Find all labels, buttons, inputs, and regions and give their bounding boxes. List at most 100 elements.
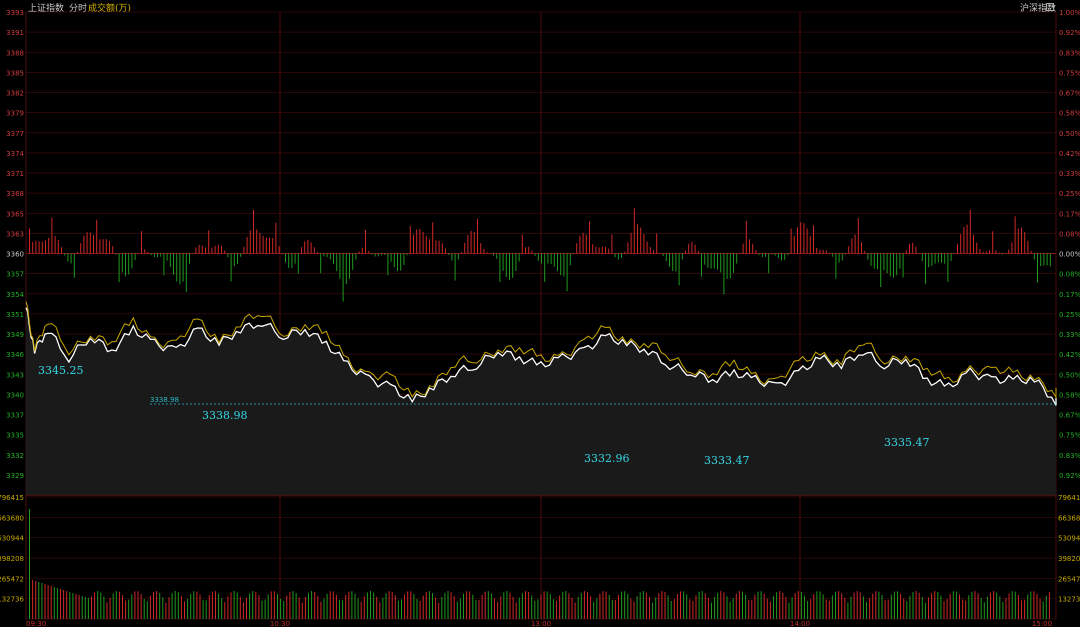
volume-bar <box>87 598 89 619</box>
volume-bar <box>819 591 821 619</box>
volume-bar <box>949 594 951 619</box>
volume-bar <box>41 583 43 619</box>
volume-bar <box>890 594 892 619</box>
down-bar <box>537 253 539 261</box>
volume-bar <box>878 591 880 619</box>
up-bar <box>35 240 37 254</box>
volume-bar <box>701 591 703 619</box>
volume-bar <box>518 597 520 619</box>
volume-bar <box>621 591 623 619</box>
volume-bar <box>453 596 455 619</box>
up-bar <box>483 248 485 254</box>
volume-bar <box>869 598 871 619</box>
volume-bar <box>673 599 675 619</box>
down-bar <box>701 253 702 277</box>
up-bar <box>477 218 478 254</box>
volume-bar <box>308 592 309 619</box>
down-bar <box>240 253 242 257</box>
up-bar <box>29 228 30 254</box>
down-bar <box>160 253 162 257</box>
volume-bar <box>667 595 669 619</box>
low-price-label: 3332.96 <box>584 452 630 465</box>
up-bar <box>198 244 200 254</box>
volume-bar <box>983 602 985 619</box>
volume-bar <box>208 595 210 619</box>
volume-bar <box>704 593 706 619</box>
volume-tick-label-right: 398208 <box>1058 555 1080 563</box>
volume-bar <box>32 580 34 619</box>
down-bar <box>451 253 453 261</box>
pct-tick-label: 0.75% <box>1059 432 1080 440</box>
down-bar <box>704 253 706 265</box>
down-bar <box>832 253 834 257</box>
up-bar <box>656 233 658 254</box>
volume-bar <box>320 601 322 619</box>
volume-tick-label: 663680 <box>0 514 24 522</box>
down-bar <box>173 253 174 275</box>
price-tick-label: 3346 <box>6 351 24 359</box>
volume-bar <box>397 600 399 619</box>
pct-tick-label: 0.17% <box>1059 291 1080 299</box>
up-bar <box>528 246 530 254</box>
up-bar <box>221 246 222 254</box>
volume-bar <box>348 591 350 619</box>
up-bar <box>144 249 146 254</box>
volume-bar <box>959 594 960 619</box>
price-tick-label: 3360 <box>6 251 24 259</box>
volume-bar <box>75 594 77 619</box>
volume-bar <box>509 592 511 619</box>
volume-bar <box>410 591 412 619</box>
up-bar <box>589 221 590 254</box>
up-bar <box>976 242 978 254</box>
up-bar <box>800 222 802 254</box>
price-tick-label: 3365 <box>6 210 24 218</box>
up-bar <box>419 229 421 254</box>
down-bar <box>381 253 382 256</box>
down-bar <box>393 253 395 268</box>
volume-bar <box>277 594 278 619</box>
volume-bar <box>680 591 681 619</box>
volume-bar <box>732 598 734 619</box>
volume-bar <box>515 602 517 619</box>
volume-bar <box>1036 593 1038 619</box>
up-bar <box>217 244 219 254</box>
up-bar <box>425 236 427 254</box>
volume-bar <box>366 592 368 619</box>
volume-bar <box>273 591 275 619</box>
up-bar <box>694 244 696 254</box>
up-bar <box>105 239 107 254</box>
down-bar <box>374 253 376 257</box>
volume-bar <box>884 600 886 619</box>
up-bar <box>473 231 475 254</box>
down-bar <box>717 253 718 270</box>
volume-bar <box>373 592 375 619</box>
up-bar <box>253 210 254 254</box>
volume-bar <box>469 591 471 619</box>
volume-bar <box>742 591 743 619</box>
pct-tick-label: 0.92% <box>1059 29 1080 37</box>
down-bar <box>768 253 770 274</box>
volume-bar <box>128 599 130 619</box>
volume-bar <box>494 598 495 619</box>
volume-bar <box>140 593 142 619</box>
down-bar <box>397 253 398 271</box>
down-bar <box>710 253 712 269</box>
volume-bar <box>230 592 232 619</box>
volume-bar <box>785 597 787 619</box>
down-bar <box>294 253 296 264</box>
volume-bar <box>112 593 114 619</box>
volume-bar <box>831 595 833 619</box>
down-bar <box>870 253 872 266</box>
down-bar <box>163 253 165 276</box>
up-bar <box>429 239 430 254</box>
up-bar <box>441 243 443 254</box>
up-bar <box>243 246 245 254</box>
up-bar <box>829 252 830 254</box>
down-bar <box>509 253 510 280</box>
volume-tick-label-right: 132736 <box>1058 596 1080 604</box>
intraday-chart[interactable]: 3338.98 3393 1.00% 3391 0.92% 3388 0.83% 3385 0… <box>0 0 1080 627</box>
volume-bar <box>286 595 288 619</box>
down-bar <box>557 253 558 272</box>
volume-bar <box>729 601 731 619</box>
volume-bar <box>497 601 499 619</box>
